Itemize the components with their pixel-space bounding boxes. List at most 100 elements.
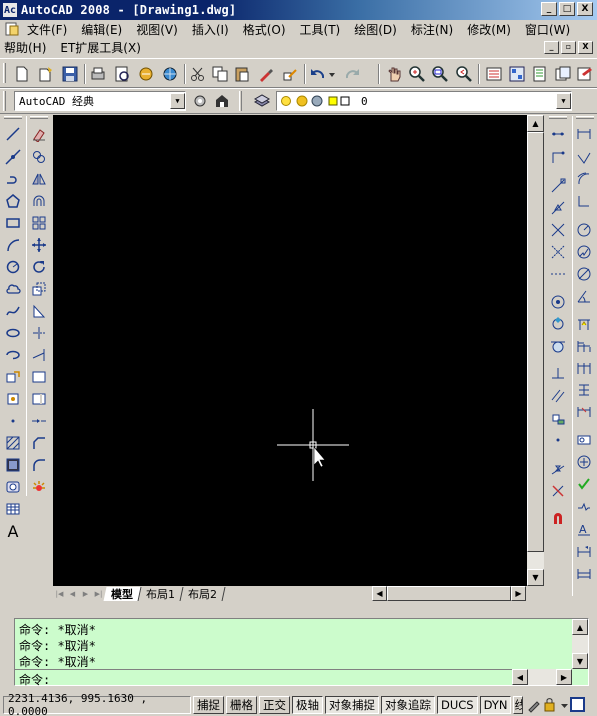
point-icon[interactable] <box>3 411 23 431</box>
angular-dimension-icon[interactable] <box>574 286 594 306</box>
snap-midpoint-icon[interactable] <box>548 198 568 218</box>
tab-next-icon[interactable]: ▶ <box>79 587 92 600</box>
toolbar-grip[interactable] <box>3 63 6 83</box>
ellipse-arc-icon[interactable] <box>3 345 23 365</box>
hatch-icon[interactable] <box>3 433 23 453</box>
snap-apparent-intersection-icon[interactable] <box>548 242 568 262</box>
scroll-up-icon[interactable]: ▲ <box>572 619 588 635</box>
menu-view[interactable]: 视图(V) <box>129 21 185 38</box>
match-properties-icon[interactable] <box>256 64 276 84</box>
design-center-icon[interactable] <box>507 64 527 84</box>
menu-dimension[interactable]: 标注(N) <box>404 21 460 38</box>
arc-length-icon[interactable] <box>574 169 594 189</box>
drawing-canvas[interactable] <box>53 115 527 586</box>
polygon-icon[interactable] <box>3 191 23 211</box>
osnap-settings-icon[interactable] <box>548 508 568 528</box>
scroll-up-icon[interactable]: ▲ <box>527 115 544 132</box>
spline-icon[interactable] <box>3 301 23 321</box>
grid-toggle[interactable]: 栅格 <box>226 696 257 714</box>
zoom-window-icon[interactable] <box>430 64 450 84</box>
publish-icon[interactable] <box>136 64 156 84</box>
table-icon[interactable] <box>3 499 23 519</box>
command-scrollbar[interactable]: ▲ ▼ <box>572 619 588 669</box>
new-file-icon[interactable] <box>12 64 32 84</box>
continue-dimension-icon[interactable] <box>574 358 594 378</box>
doc-close-button[interactable]: X <box>578 40 593 54</box>
menu-insert[interactable]: 插入(I) <box>185 21 236 38</box>
redo-icon[interactable] <box>342 64 362 84</box>
snap-nearest-icon[interactable] <box>548 458 568 478</box>
snap-parallel-icon[interactable] <box>548 386 568 406</box>
save-icon[interactable] <box>60 64 80 84</box>
polar-toggle[interactable]: 极轴 <box>292 696 323 714</box>
doc-minimize-button[interactable]: _ <box>544 40 559 54</box>
copy-object-icon[interactable] <box>29 147 49 167</box>
ellipse-icon[interactable] <box>3 323 23 343</box>
publish-web-icon[interactable] <box>160 64 180 84</box>
chevron-down-icon[interactable]: ▼ <box>170 93 185 109</box>
chevron-down-icon[interactable]: ▼ <box>556 93 571 109</box>
region-icon[interactable] <box>3 477 23 497</box>
cut-icon[interactable] <box>188 64 208 84</box>
doc-restore-button[interactable]: ▫ <box>561 40 576 54</box>
layer-manager-icon[interactable] <box>252 91 272 111</box>
minimize-button[interactable]: _ <box>541 2 557 16</box>
jogged-linear-icon[interactable] <box>574 496 594 516</box>
my-workspace-icon[interactable] <box>212 91 232 111</box>
fillet-icon[interactable] <box>29 455 49 475</box>
break-at-point-icon[interactable] <box>29 367 49 387</box>
inspection-icon[interactable] <box>574 474 594 494</box>
gradient-icon[interactable] <box>3 455 23 475</box>
toolbar-grip[interactable] <box>30 116 48 119</box>
command-window[interactable]: 命令: *取消* 命令: *取消* 命令: *取消* 命令: ▲ ▼ ◀ ▶ <box>14 618 589 688</box>
command-prompt[interactable]: 命令: <box>19 671 50 688</box>
workspace-settings-icon[interactable] <box>190 91 210 111</box>
menu-file[interactable]: 文件(F) <box>20 21 74 38</box>
osnap-toggle[interactable]: 对象捕捉 <box>325 696 379 714</box>
markup-set-icon[interactable] <box>575 64 595 84</box>
move-icon[interactable] <box>29 235 49 255</box>
jogged-dimension-icon[interactable] <box>574 242 594 262</box>
erase-icon[interactable] <box>29 124 49 144</box>
dimension-text-edit-icon[interactable] <box>574 542 594 562</box>
offset-icon[interactable] <box>29 191 49 211</box>
paste-icon[interactable] <box>232 64 252 84</box>
layer-select[interactable]: 0 ▼ <box>276 91 572 111</box>
undo-icon[interactable] <box>308 64 328 84</box>
menu-edit[interactable]: 编辑(E) <box>74 21 129 38</box>
scroll-right-icon[interactable]: ▶ <box>556 669 572 685</box>
scroll-right-icon[interactable]: ▶ <box>511 586 526 601</box>
menu-format[interactable]: 格式(O) <box>236 21 293 38</box>
menu-help[interactable]: 帮助(H) <box>0 39 53 56</box>
workspace-select[interactable]: AutoCAD 经典 ▼ <box>14 91 186 111</box>
snap-intersection-icon[interactable] <box>548 220 568 240</box>
scroll-left-icon[interactable]: ◀ <box>372 586 387 601</box>
revision-cloud-icon[interactable] <box>3 279 23 299</box>
menu-modify[interactable]: 修改(M) <box>460 21 518 38</box>
snap-tangent-icon[interactable] <box>548 336 568 356</box>
array-icon[interactable] <box>29 213 49 233</box>
ortho-toggle[interactable]: 正交 <box>259 696 290 714</box>
circle-icon[interactable] <box>3 257 23 277</box>
temporary-tracking-icon[interactable] <box>548 124 568 144</box>
dimension-update-icon[interactable] <box>574 564 594 584</box>
coordinate-display[interactable]: 2231.4136, 995.1630 , 0.0000 <box>3 692 191 716</box>
qnew-icon[interactable] <box>36 64 56 84</box>
toolbar-grip[interactable] <box>549 116 567 119</box>
snap-from-icon[interactable] <box>548 147 568 167</box>
sheet-set-icon[interactable] <box>553 64 573 84</box>
explode-icon[interactable] <box>29 477 49 497</box>
line-icon[interactable] <box>3 124 23 144</box>
plot-preview-icon[interactable] <box>112 64 132 84</box>
baseline-dimension-icon[interactable] <box>574 336 594 356</box>
snap-none-icon[interactable] <box>548 480 568 500</box>
scale-icon[interactable] <box>29 279 49 299</box>
construction-line-icon[interactable] <box>3 147 23 167</box>
menu-draw[interactable]: 绘图(D) <box>347 21 404 38</box>
horizontal-scrollbar[interactable]: ◀ ▶ <box>372 586 526 601</box>
mirror-icon[interactable] <box>29 169 49 189</box>
tool-palettes-icon[interactable] <box>530 64 550 84</box>
tab-layout1[interactable]: 布局1 <box>138 586 184 601</box>
center-mark-icon[interactable] <box>574 452 594 472</box>
plot-icon[interactable] <box>88 64 108 84</box>
